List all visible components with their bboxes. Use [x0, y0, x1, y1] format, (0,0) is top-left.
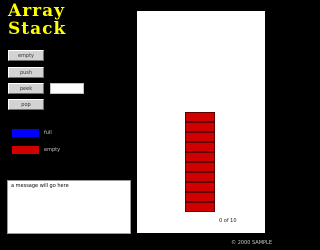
- stack-panel: 0 of 10: [137, 11, 265, 233]
- stack-count-caption: 0 of 10: [219, 218, 237, 224]
- stack-cell: [185, 152, 215, 162]
- stack-array: [185, 112, 215, 212]
- app-title-line2: Stack: [8, 19, 67, 39]
- message-box: a message will go here: [7, 180, 131, 234]
- stack-cell: [185, 112, 215, 122]
- stack-cell: [185, 142, 215, 152]
- stack-cell: [185, 132, 215, 142]
- stack-cell: [185, 122, 215, 132]
- stack-cell: [185, 172, 215, 182]
- app-stage: Array Stack empty push peek pop full emp…: [0, 0, 280, 250]
- peek-value-field[interactable]: [50, 83, 84, 94]
- copyright-text: © 2000 SAMPLE: [231, 240, 272, 246]
- legend-full-label: full: [44, 130, 52, 136]
- message-text: a message will go here: [11, 183, 69, 189]
- legend-full-swatch: [12, 129, 39, 137]
- stack-cell: [185, 162, 215, 172]
- app-title-line1: Array: [8, 1, 65, 21]
- legend-empty-label: empty: [44, 147, 61, 153]
- stack-cell: [185, 182, 215, 192]
- empty-button[interactable]: empty: [8, 50, 44, 61]
- stack-cell: [185, 202, 215, 212]
- legend-empty-swatch: [12, 146, 39, 154]
- pop-button[interactable]: pop: [8, 99, 44, 110]
- push-button[interactable]: push: [8, 67, 44, 78]
- stack-cell: [185, 192, 215, 202]
- peek-button[interactable]: peek: [8, 83, 44, 94]
